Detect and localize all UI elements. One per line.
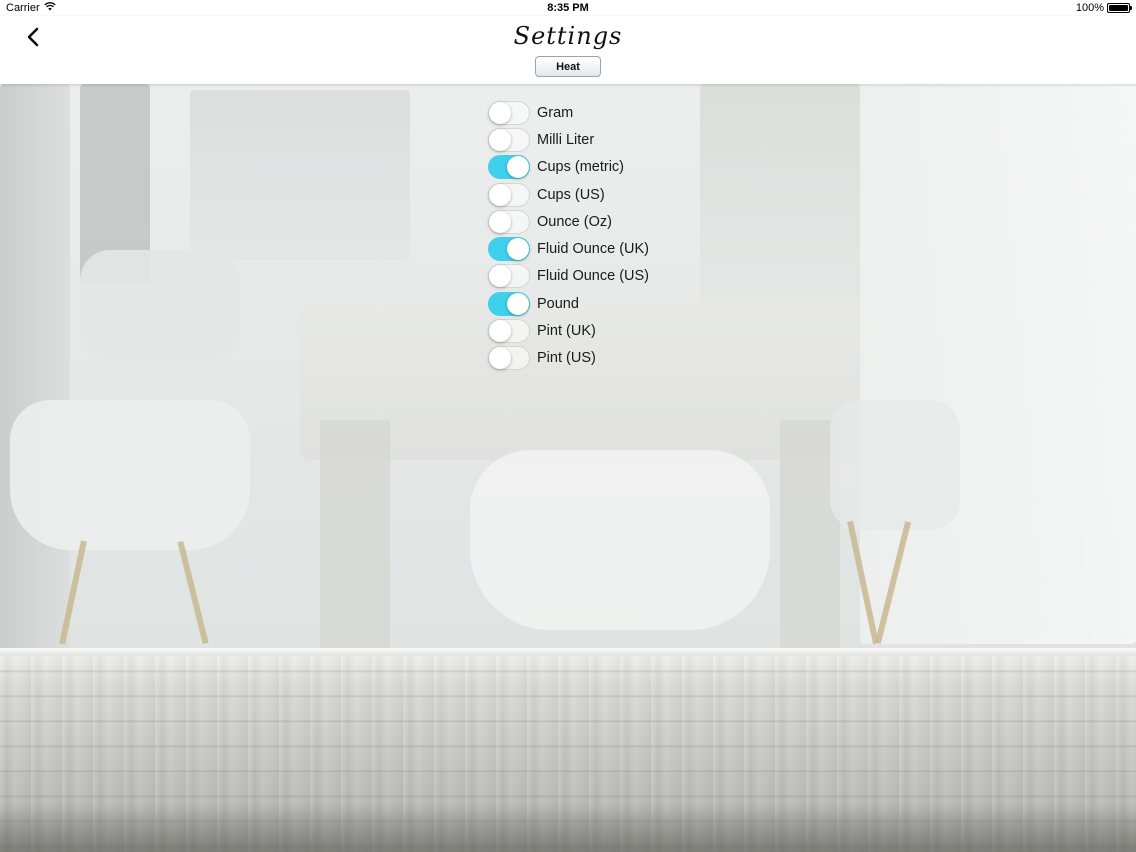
unit-row-pint-us: Pint (US) [488,345,708,372]
wooden-plank [0,648,1136,852]
toggle-knob [489,210,511,233]
toggle-pint-uk[interactable] [488,319,530,344]
status-left: Carrier [6,2,56,14]
unit-row-ounce: Ounce (Oz) [488,208,708,235]
toggle-knob [489,265,511,288]
unit-label: Fluid Ounce (UK) [537,241,650,258]
toggle-ounce[interactable] [488,209,530,234]
unit-label: Ounce (Oz) [537,213,612,230]
unit-row-cups-us: Cups (US) [488,181,708,208]
status-time: 8:35 PM [547,2,589,14]
toggle-pint-us[interactable] [488,346,530,371]
background-chair [10,400,250,550]
toggle-cups-metric[interactable] [488,155,530,180]
wifi-icon [43,2,56,14]
unit-row-pound: Pound [488,290,708,317]
status-bar: Carrier 8:35 PM 100% [0,0,1136,16]
toggle-knob [507,292,529,315]
unit-label: Cups (US) [537,186,605,203]
unit-row-cups-metric: Cups (metric) [488,154,708,181]
toggle-gram[interactable] [488,100,530,125]
toggle-fluid-ounce-us[interactable] [488,264,530,289]
toggle-fluid-ounce-uk[interactable] [488,237,530,262]
background-window [700,84,860,314]
toggle-cups-us[interactable] [488,182,530,207]
toggle-knob [489,347,511,370]
background-chair [470,450,770,630]
unit-row-fluid-ounce-us: Fluid Ounce (US) [488,263,708,290]
battery-icon [1107,3,1132,13]
unit-label: Milli Liter [537,131,595,148]
unit-row-milli-liter: Milli Liter [488,126,708,153]
background-chair-back [80,250,240,360]
unit-row-gram: Gram [488,99,708,126]
toggle-pound[interactable] [488,291,530,316]
background-chair [830,400,960,530]
units-list: Gram Milli Liter Cups (metric) Cups (US)… [488,99,708,372]
toggle-knob [489,128,511,151]
toggle-knob [489,101,511,124]
toggle-knob [489,183,511,206]
toggle-milli-liter[interactable] [488,127,530,152]
page-title: Settings [513,22,623,50]
toggle-knob [489,320,511,343]
background-table-leg [320,420,390,650]
toggle-knob [507,238,529,261]
background-chair-leg [177,540,209,645]
carrier-label: Carrier [6,2,40,14]
unit-label: Gram [537,104,574,121]
background-shelf [190,90,410,260]
nav-bar: Settings Heat [0,16,1136,84]
status-right: 100% [1075,2,1132,14]
unit-label: Fluid Ounce (US) [537,268,650,285]
unit-label: Cups (metric) [537,159,625,176]
toggle-knob [507,156,529,179]
battery-percent: 100% [1075,2,1104,14]
unit-label: Pint (US) [537,350,596,367]
unit-row-fluid-ounce-uk: Fluid Ounce (UK) [488,235,708,262]
unit-label: Pint (UK) [537,323,596,340]
background-wall [0,84,70,650]
unit-row-pint-uk: Pint (UK) [488,317,708,344]
unit-label: Pound [537,295,579,312]
heat-button[interactable]: Heat [535,56,601,77]
